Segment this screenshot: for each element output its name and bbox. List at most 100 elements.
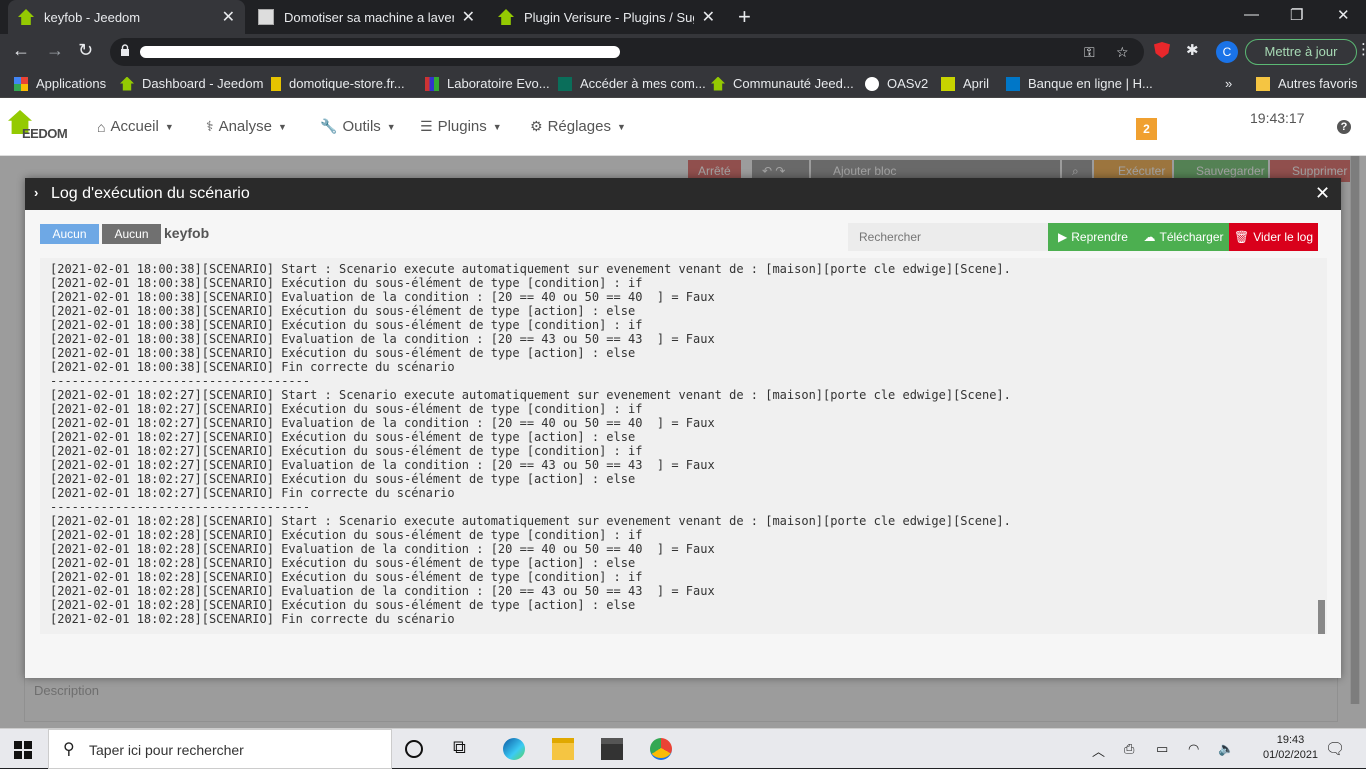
tab-title: Plugin Verisure - Plugins / Sugge (524, 9, 694, 25)
battery-icon[interactable]: ▭ (1156, 741, 1168, 757)
download-button[interactable]: ☁ Télécharger (1138, 223, 1229, 251)
bookmark-laboratoire[interactable]: Laboratoire Evo... (425, 76, 550, 91)
notifications-icon[interactable]: 🗨 (1325, 739, 1345, 759)
bookmark-april[interactable]: April (941, 76, 989, 91)
log-line: [2021-02-01 18:00:38][SCENARIO] Exécutio… (50, 318, 643, 332)
tray-expand-icon[interactable]: ︿ (1092, 741, 1105, 760)
close-tab-icon[interactable]: ✕ (702, 7, 715, 27)
bookmark-banque-en-ligne[interactable]: Banque en ligne | H... (1006, 76, 1153, 91)
lock-icon (121, 44, 129, 56)
caret-down-icon: ▼ (492, 121, 502, 132)
store-icon[interactable] (601, 738, 623, 760)
brave-shield-icon[interactable] (1154, 42, 1170, 58)
caret-down-icon: ▼ (386, 121, 396, 132)
wifi-icon[interactable]: ◠ (1188, 741, 1199, 757)
windows-start-icon[interactable] (14, 741, 32, 759)
log-line: [2021-02-01 18:02:27][SCENARIO] Fin corr… (50, 486, 455, 500)
reload-button[interactable]: ↻ (78, 40, 93, 61)
jeedom-favicon-icon (498, 9, 514, 25)
chevron-right-icon: › (34, 185, 39, 200)
tab-domotiser[interactable]: Domotiser sa machine a laver via ✕ (248, 0, 485, 34)
log-line: [2021-02-01 18:00:38][SCENARIO] Exécutio… (50, 346, 636, 360)
cloud-download-icon: ☁ (1143, 230, 1156, 244)
extensions-icon[interactable]: ✱ (1186, 41, 1199, 59)
bookmark-other-favorites[interactable]: Autres favoris (1256, 76, 1357, 91)
log-search-input[interactable] (848, 223, 1048, 251)
bookmarks-overflow-button[interactable]: » (1225, 76, 1232, 91)
log-scrollbar-thumb[interactable] (1318, 600, 1325, 634)
maximize-button[interactable]: ❐ (1290, 6, 1303, 24)
address-bar[interactable]: ⚿ ☆ (110, 38, 1144, 66)
profile-avatar[interactable]: C (1216, 41, 1238, 63)
redacted-url (140, 46, 620, 58)
top-navigation: EEDOM ⌂ Accueil ▼ ⚕ Analyse ▼ 🔧 Outils ▼… (0, 98, 1366, 156)
wrench-icon: 🔧 (320, 118, 338, 134)
file-explorer-icon[interactable] (552, 738, 574, 760)
new-tab-button[interactable]: + (738, 4, 751, 30)
edge-icon[interactable] (503, 738, 525, 760)
stethoscope-icon: ⚕ (206, 118, 214, 134)
bookmarks-bar: Applications Dashboard - Jeedom domotiqu… (0, 70, 1366, 98)
forward-button[interactable]: → (46, 40, 64, 61)
close-window-button[interactable]: ✕ (1337, 6, 1350, 24)
device-icon[interactable]: ⎙ (1124, 741, 1134, 757)
chrome-icon[interactable] (650, 738, 672, 760)
bookmark-dashboard-jeedom[interactable]: Dashboard - Jeedom (120, 76, 263, 91)
log-line: [2021-02-01 18:02:27][SCENARIO] Evaluati… (50, 458, 715, 472)
star-icon[interactable]: ☆ (1116, 44, 1129, 61)
taskbar-search-box[interactable]: ⚲ Taper ici pour rechercher (48, 729, 392, 769)
jeedom-logo[interactable]: EEDOM (8, 110, 78, 142)
bank-online-icon (1006, 76, 1020, 91)
minimize-button[interactable]: — (1244, 6, 1259, 23)
caret-down-icon: ▼ (164, 121, 174, 132)
log-output[interactable]: [2021-02-01 18:00:38][SCENARIO] Start : … (40, 258, 1327, 634)
log-line: [2021-02-01 18:00:38][SCENARIO] Fin corr… (50, 360, 455, 374)
apps-grid-icon (14, 76, 28, 91)
cortana-icon[interactable] (405, 740, 423, 758)
bookmark-communaute-jeedom[interactable]: Communauté Jeed... (711, 76, 854, 91)
home-icon: ⌂ (97, 118, 106, 135)
menu-accueil[interactable]: ⌂ Accueil ▼ (97, 118, 174, 135)
notification-badge[interactable]: 2 (1136, 118, 1157, 140)
task-view-icon[interactable]: ⧉ (453, 737, 475, 759)
log-line: [2021-02-01 18:02:27][SCENARIO] Exécutio… (50, 472, 636, 486)
tag-filter-two[interactable]: Aucun (102, 224, 161, 244)
jeedom-favicon-icon (18, 9, 34, 25)
bookmark-oasv2[interactable]: OASv2 (865, 76, 928, 91)
menu-reglages[interactable]: ⚙ Réglages ▼ (530, 118, 626, 135)
update-browser-button[interactable]: Mettre à jour (1245, 39, 1357, 65)
clear-log-button[interactable]: 🗑 Vider le log (1229, 223, 1318, 251)
tab-keyfob[interactable]: keyfob - Jeedom ✕ (8, 0, 245, 34)
menu-analyse[interactable]: ⚕ Analyse ▼ (206, 118, 287, 135)
bookmark-domotique-store[interactable]: domotique-store.fr... (271, 76, 405, 91)
resume-button[interactable]: ▶ Reprendre (1048, 223, 1138, 251)
tag-filter-one[interactable]: Aucun (40, 224, 99, 244)
log-line: [2021-02-01 18:02:28][SCENARIO] Exécutio… (50, 598, 636, 612)
log-line: [2021-02-01 18:00:38][SCENARIO] Evaluati… (50, 332, 715, 346)
scenario-log-modal: › Log d'exécution du scénario ✕ Aucun Au… (25, 178, 1341, 678)
log-line: [2021-02-01 18:02:28][SCENARIO] Exécutio… (50, 556, 636, 570)
taskbar-clock[interactable]: 19:43 01/02/2021 (1263, 733, 1318, 763)
key-icon[interactable]: ⚿ (1084, 44, 1095, 61)
log-line: ------------------------------------ (50, 374, 311, 388)
tab-title: Domotiser sa machine a laver via (284, 9, 454, 25)
windows-taskbar: ⚲ Taper ici pour rechercher ⧉ ︿ ⎙ ▭ ◠ 🔈 … (0, 728, 1366, 769)
tab-verisure[interactable]: Plugin Verisure - Plugins / Sugge ✕ (488, 0, 725, 34)
menu-outils[interactable]: 🔧 Outils ▼ (320, 118, 396, 135)
tab-title: keyfob - Jeedom (44, 9, 141, 25)
close-tab-icon[interactable]: ✕ (462, 7, 475, 27)
log-line: [2021-02-01 18:02:27][SCENARIO] Exécutio… (50, 402, 643, 416)
close-tab-icon[interactable]: ✕ (222, 7, 235, 27)
april-icon (941, 76, 955, 91)
log-line: [2021-02-01 18:02:28][SCENARIO] Evaluati… (50, 584, 715, 598)
bookmark-applications[interactable]: Applications (14, 76, 106, 91)
volume-icon[interactable]: 🔈 (1218, 741, 1234, 757)
menu-plugins[interactable]: ☰ Plugins ▼ (420, 118, 502, 135)
browser-menu-icon[interactable]: ⋮ (1356, 40, 1366, 58)
help-icon[interactable]: ? (1337, 120, 1351, 134)
back-button[interactable]: ← (12, 40, 30, 61)
close-modal-icon[interactable]: ✕ (1315, 183, 1330, 204)
log-line: [2021-02-01 18:00:38][SCENARIO] Exécutio… (50, 276, 643, 290)
bookmark-acceder-comptes[interactable]: Accéder à mes com... (558, 76, 706, 91)
caret-down-icon: ▼ (277, 121, 287, 132)
